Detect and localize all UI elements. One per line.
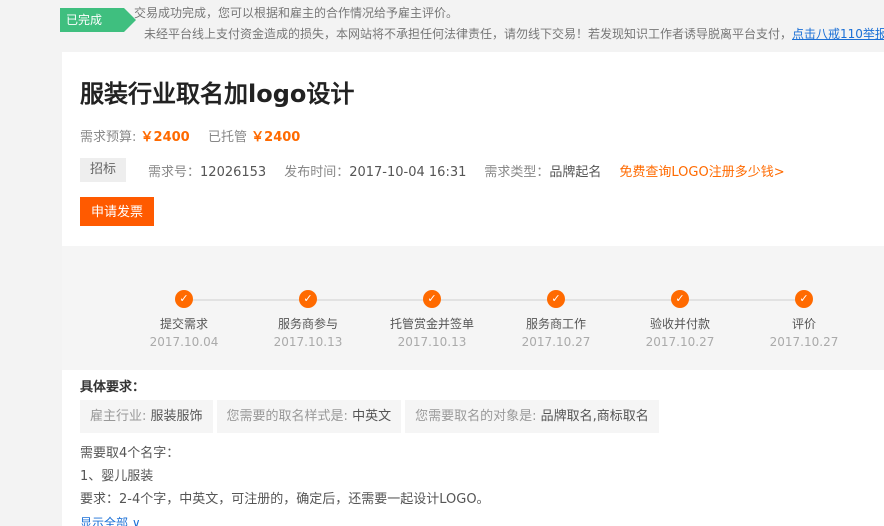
step-label: 服务商工作 bbox=[525, 317, 586, 331]
task-card: 服装行业取名加logo设计 需求预算: ￥2400 已托管 ￥2400 招标 需… bbox=[62, 52, 884, 526]
publish-time-label: 发布时间： bbox=[284, 164, 350, 180]
step-date: 2017.10.13 bbox=[273, 335, 343, 349]
check-icon: ✓ bbox=[299, 290, 317, 308]
escrow-label: 已托管 bbox=[208, 130, 248, 145]
report-link[interactable]: 点击八戒110举报 bbox=[792, 27, 884, 41]
step-label: 验收并付款 bbox=[649, 317, 710, 331]
step-escrow-sign: ✓ 托管赏金并签单 2017.10.13 bbox=[382, 290, 482, 349]
requirement-line: 需要取4个名字： bbox=[80, 446, 180, 461]
page-title: 服装行业取名加logo设计 bbox=[80, 80, 355, 108]
status-badge: 已完成 bbox=[60, 8, 136, 32]
publish-time: 发布时间：2017-10-04 16:31 bbox=[284, 161, 466, 180]
bid-type-tag: 招标 bbox=[80, 158, 127, 182]
task-id: 需求号：12026153 bbox=[148, 161, 266, 180]
budget-row: 需求预算: ￥2400 已托管 ￥2400 bbox=[80, 126, 300, 145]
notice-line-1: 交易成功完成，您可以根据和雇主的合作情况给予雇主评价。 bbox=[134, 6, 459, 20]
requirements-title: 具体要求： bbox=[80, 380, 146, 395]
task-type-value: 品牌起名 bbox=[549, 164, 602, 180]
check-icon: ✓ bbox=[671, 290, 689, 308]
task-meta: 招标 需求号：12026153 发布时间：2017-10-04 16:31 需求… bbox=[80, 158, 785, 182]
step-provider-join: ✓ 服务商参与 2017.10.13 bbox=[258, 290, 358, 349]
requirement-tag-industry: 雇主行业: 服装服饰 bbox=[80, 400, 213, 433]
requirement-line: 要求：2-4个字，中英文，可注册的，确定后，还需要一起设计LOGO。 bbox=[80, 492, 490, 507]
check-icon: ✓ bbox=[547, 290, 565, 308]
status-notice: 已完成 交易成功完成，您可以根据和雇主的合作情况给予雇主评价。 未经平台线上支付… bbox=[60, 0, 884, 48]
apply-invoice-button[interactable]: 申请发票 bbox=[80, 197, 154, 226]
check-icon: ✓ bbox=[423, 290, 441, 308]
budget-value: ￥2400 bbox=[140, 130, 190, 145]
step-review: ✓ 评价 2017.10.27 bbox=[754, 290, 854, 349]
step-label: 托管赏金并签单 bbox=[389, 317, 474, 331]
publish-time-value: 2017-10-04 16:31 bbox=[349, 164, 467, 180]
task-type: 需求类型：品牌起名 bbox=[484, 161, 601, 180]
task-id-label: 需求号： bbox=[148, 164, 201, 180]
task-type-label: 需求类型： bbox=[484, 164, 550, 180]
requirement-tags: 雇主行业: 服装服饰 您需要的取名样式是: 中英文 您需要取名的对象是: 品牌取… bbox=[80, 400, 663, 433]
budget-label: 需求预算: bbox=[80, 130, 137, 145]
requirement-line: 1、婴儿服装 bbox=[80, 469, 154, 484]
step-date: 2017.10.27 bbox=[645, 335, 715, 349]
check-icon: ✓ bbox=[175, 290, 193, 308]
logo-registration-link[interactable]: 免费查询LOGO注册多少钱> bbox=[619, 161, 784, 180]
escrow-value: ￥2400 bbox=[251, 130, 301, 145]
show-all-link[interactable]: 显示全部 ∨ bbox=[80, 514, 141, 526]
step-date: 2017.10.27 bbox=[521, 335, 591, 349]
step-label: 提交需求 bbox=[159, 317, 208, 331]
step-label: 服务商参与 bbox=[277, 317, 338, 331]
step-date: 2017.10.13 bbox=[397, 335, 467, 349]
step-date: 2017.10.27 bbox=[769, 335, 839, 349]
notice-warning-text: 未经平台线上支付资金造成的损失，本网站将不承担任何法律责任，请勿线下交易！若发现… bbox=[144, 27, 793, 41]
task-id-value: 12026153 bbox=[200, 164, 267, 180]
requirement-tag-style: 您需要的取名样式是: 中英文 bbox=[216, 400, 402, 433]
step-date: 2017.10.04 bbox=[149, 335, 219, 349]
step-label: 评价 bbox=[791, 317, 816, 331]
step-provider-work: ✓ 服务商工作 2017.10.27 bbox=[506, 290, 606, 349]
check-icon: ✓ bbox=[795, 290, 813, 308]
step-submit: ✓ 提交需求 2017.10.04 bbox=[134, 290, 234, 349]
step-accept-pay: ✓ 验收并付款 2017.10.27 bbox=[630, 290, 730, 349]
notice-line-2: 未经平台线上支付资金造成的损失，本网站将不承担任何法律责任，请勿线下交易！若发现… bbox=[144, 25, 884, 42]
progress-steps: ✓ 提交需求 2017.10.04 ✓ 服务商参与 2017.10.13 ✓ 托… bbox=[62, 246, 884, 370]
requirement-tag-object: 您需要取名的对象是: 品牌取名,商标取名 bbox=[405, 400, 659, 433]
